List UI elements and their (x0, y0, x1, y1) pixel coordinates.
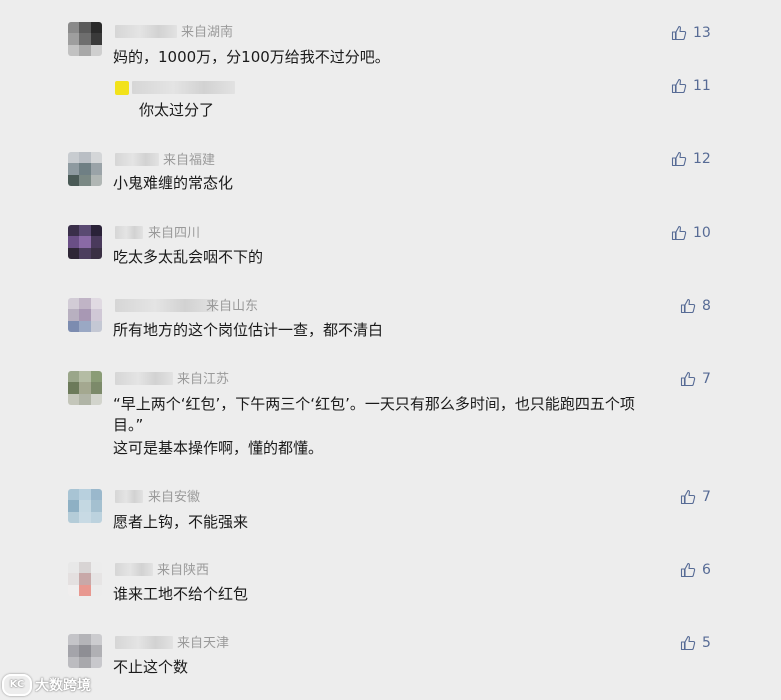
nickname-blurred[interactable] (115, 490, 143, 503)
comment-text: 所有地方的这个岗位估计一查，都不清白 (113, 321, 384, 339)
region-label: 来自山东 (206, 299, 259, 314)
avatar[interactable] (68, 225, 102, 259)
avatar[interactable] (68, 22, 102, 56)
like-count: 7 (702, 371, 711, 387)
nickname-blurred[interactable] (115, 372, 173, 385)
comment-text-line: “早上两个‘红包’，下午两三个‘红包’。一天只有那么多时间，也只能跑四五个项 (113, 395, 635, 413)
like-button[interactable]: 8 (680, 296, 711, 316)
comment-text: 吃太多太乱会咽不下的 (113, 248, 264, 266)
thumbs-up-icon (671, 151, 687, 167)
watermark: KC 大数跨境 (2, 674, 91, 696)
like-count: 12 (693, 151, 711, 167)
like-count: 10 (693, 225, 711, 241)
nickname-blurred[interactable] (115, 563, 153, 576)
thumbs-up-icon (680, 371, 696, 387)
region-label: 来自天津 (177, 636, 230, 651)
comment-text: 小鬼难缠的常态化 (113, 174, 234, 192)
comment-text: 愿者上钩，不能强来 (113, 513, 249, 531)
like-button[interactable]: 6 (680, 560, 711, 580)
like-button[interactable]: 7 (680, 369, 711, 389)
comment-text-line: 目。” (113, 416, 144, 434)
like-button[interactable]: 12 (671, 149, 711, 169)
comment-text-line: 这可是基本操作啊，懂的都懂。 (113, 439, 324, 457)
watermark-logo: KC (2, 674, 32, 696)
region-label: 来自湖南 (181, 25, 234, 40)
region-label: 来自四川 (148, 226, 201, 241)
thumbs-up-icon (671, 25, 687, 41)
reply-nickname-blurred[interactable] (132, 81, 235, 94)
nickname-blurred[interactable] (115, 153, 159, 166)
nickname-blurred[interactable] (115, 299, 215, 312)
region-label: 来自福建 (163, 153, 216, 168)
thumbs-up-icon (680, 489, 696, 505)
thumbs-up-icon (671, 78, 687, 94)
comment-list: 来自湖南 妈的，1000万，分100万给我不过分吧。 13 你太过分了 11 来… (0, 0, 781, 700)
nickname-blurred[interactable] (115, 636, 173, 649)
reply-avatar[interactable] (115, 81, 129, 95)
avatar[interactable] (68, 489, 102, 523)
comment-text: 妈的，1000万，分100万给我不过分吧。 (113, 48, 390, 66)
like-count: 8 (702, 298, 711, 314)
watermark-label: 大数跨境 (35, 678, 91, 694)
nickname-blurred[interactable] (115, 25, 177, 38)
thumbs-up-icon (680, 562, 696, 578)
like-count: 11 (693, 78, 711, 94)
like-count: 7 (702, 489, 711, 505)
like-count: 13 (693, 25, 711, 41)
like-count: 6 (702, 562, 711, 578)
thumbs-up-icon (671, 225, 687, 241)
reply-text: 你太过分了 (139, 101, 215, 119)
avatar[interactable] (68, 152, 102, 186)
thumbs-up-icon (680, 635, 696, 651)
comment-text: 不止这个数 (113, 658, 189, 676)
comment-text: 谁来工地不给个红包 (113, 585, 249, 603)
nickname-blurred[interactable] (115, 226, 143, 239)
region-label: 来自陕西 (157, 563, 210, 578)
avatar[interactable] (68, 562, 102, 596)
reply-like-button[interactable]: 11 (671, 76, 711, 96)
region-label: 来自江苏 (177, 372, 230, 387)
like-button[interactable]: 7 (680, 487, 711, 507)
avatar[interactable] (68, 371, 102, 405)
thumbs-up-icon (680, 298, 696, 314)
avatar[interactable] (68, 298, 102, 332)
avatar[interactable] (68, 634, 102, 668)
like-button[interactable]: 5 (680, 633, 711, 653)
like-button[interactable]: 10 (671, 223, 711, 243)
like-count: 5 (702, 635, 711, 651)
like-button[interactable]: 13 (671, 23, 711, 43)
region-label: 来自安徽 (148, 490, 201, 505)
